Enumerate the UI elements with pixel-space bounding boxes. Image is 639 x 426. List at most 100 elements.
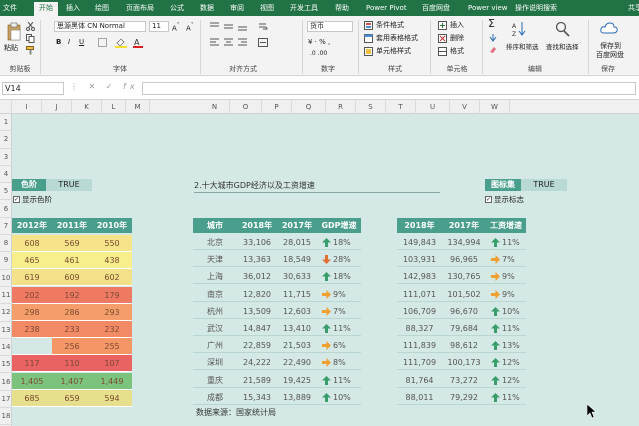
column-header[interactable]: O xyxy=(230,100,262,114)
gdp-cell[interactable]: 13,889 xyxy=(277,390,317,405)
align-left-icon[interactable] xyxy=(210,38,250,47)
gdp-cell[interactable]: 19,425 xyxy=(277,373,317,388)
colorscale-cell[interactable]: 293 xyxy=(92,303,132,321)
colorscale-cell[interactable]: 569 xyxy=(52,235,92,252)
gdp-cell[interactable]: 北京 xyxy=(193,235,237,250)
gdp-cell[interactable]: 天津 xyxy=(193,252,237,268)
colorscale-cell[interactable]: 233 xyxy=(52,321,92,338)
corner-cell[interactable] xyxy=(0,100,12,114)
column-header[interactable]: U xyxy=(416,100,450,114)
row-header[interactable]: 13 xyxy=(0,322,12,339)
table-format-button[interactable]: 套用表格格式 xyxy=(376,33,418,43)
delete-cells-button[interactable]: 删除 xyxy=(450,33,464,43)
colorscale-cell[interactable]: 609 xyxy=(52,269,92,287)
column-header[interactable]: L xyxy=(102,100,126,114)
column-header[interactable]: M xyxy=(126,100,150,114)
clear-icon[interactable] xyxy=(489,46,497,54)
sort-filter-icon[interactable]: AZ xyxy=(512,20,526,38)
gdp-cell[interactable]: 22,859 xyxy=(237,338,277,354)
paste-button[interactable]: 粘贴 xyxy=(4,43,18,53)
row-header[interactable]: 15 xyxy=(0,356,12,374)
column-header[interactable]: V xyxy=(450,100,480,114)
ribbon-tab-3[interactable]: 绘图 xyxy=(95,0,109,16)
iconset-cell[interactable]: 103,931 xyxy=(397,252,442,268)
gdp-cell[interactable]: 重庆 xyxy=(193,373,237,388)
colorscale-cell[interactable]: 255 xyxy=(92,338,132,356)
gdp-cell[interactable]: 24,222 xyxy=(237,355,277,371)
format-cells-button[interactable]: 格式 xyxy=(450,46,464,56)
gdp-cell[interactable]: 15,343 xyxy=(237,390,277,405)
gdp-cell[interactable]: 30,633 xyxy=(277,269,317,285)
save-baidu-button-line2[interactable]: 百度网盘 xyxy=(596,50,624,60)
colorscale-cell[interactable]: 550 xyxy=(92,235,132,252)
colorscale-cell[interactable]: 594 xyxy=(92,389,132,407)
paste-icon[interactable] xyxy=(6,22,22,42)
colorscale-cell[interactable]: 1,449 xyxy=(92,372,132,390)
row-header[interactable]: 16 xyxy=(0,374,12,391)
table-format-icon[interactable] xyxy=(364,34,373,43)
gdp-cell[interactable]: 上海 xyxy=(193,269,237,285)
gdp-cell[interactable]: 14,847 xyxy=(237,321,277,336)
ribbon-tab-13[interactable]: Power view xyxy=(468,0,508,16)
iconset-cell[interactable]: 96,965 xyxy=(442,252,486,268)
row-header[interactable]: 17 xyxy=(0,391,12,409)
ribbon-tab-8[interactable]: 视图 xyxy=(260,0,274,16)
number-format-combo[interactable]: 货币 xyxy=(307,21,353,32)
name-box[interactable]: V14 xyxy=(2,82,64,95)
colorscale-cell[interactable]: 110 xyxy=(52,355,92,373)
iconset-checkbox[interactable]: ✓ xyxy=(485,196,492,203)
colorscale-checkbox[interactable]: ✓ xyxy=(13,196,20,203)
ribbon-tab-14[interactable]: 操作说明搜索 xyxy=(515,0,557,16)
colorscale-cell[interactable]: 256 xyxy=(52,338,92,356)
cond-format-button[interactable]: 条件格式 xyxy=(376,20,404,30)
row-header[interactable]: 8 xyxy=(0,235,12,253)
row-header[interactable]: 11 xyxy=(0,287,12,305)
column-header[interactable]: J xyxy=(42,100,72,114)
column-header[interactable]: I xyxy=(12,100,42,114)
iconset-cell[interactable]: 134,994 xyxy=(442,235,486,250)
format-cells-icon[interactable] xyxy=(438,47,447,56)
ribbon-tab-7[interactable]: 审阅 xyxy=(230,0,244,16)
shrink-font-icon[interactable]: A˅ xyxy=(186,21,194,33)
colorscale-cell[interactable]: 438 xyxy=(92,252,132,270)
border-icon[interactable] xyxy=(98,38,107,47)
format-painter-icon[interactable] xyxy=(26,46,35,55)
font-size-combo[interactable]: 11 xyxy=(149,21,169,32)
colorscale-toggle[interactable]: TRUE xyxy=(46,179,92,191)
iconset-cell[interactable]: 142,983 xyxy=(397,269,442,285)
iconset-cell[interactable]: 79,292 xyxy=(442,390,486,405)
autosum-icon[interactable]: Σ xyxy=(488,18,495,29)
ribbon-tab-2[interactable]: 插入 xyxy=(66,0,80,16)
font-color-icon[interactable]: A xyxy=(133,37,143,48)
bold-button[interactable]: B xyxy=(56,37,61,47)
colorscale-cell[interactable]: 232 xyxy=(92,321,132,338)
formula-bar-buttons[interactable]: ⋮ ✕ ✓ fx xyxy=(70,82,139,91)
iconset-cell[interactable]: 98,612 xyxy=(442,338,486,354)
cond-format-icon[interactable] xyxy=(364,21,373,30)
merge-center-icon[interactable] xyxy=(258,38,268,47)
cut-icon[interactable] xyxy=(26,22,35,31)
iconset-cell[interactable]: 100,173 xyxy=(442,355,486,371)
column-header[interactable]: R xyxy=(326,100,356,114)
insert-cells-button[interactable]: 插入 xyxy=(450,20,464,30)
gdp-cell[interactable]: 广州 xyxy=(193,338,237,354)
ribbon-tab-4[interactable]: 页面布局 xyxy=(126,0,154,16)
iconset-cell[interactable]: 81,764 xyxy=(397,373,442,388)
row-header[interactable]: 12 xyxy=(0,304,12,322)
cell-style-icon[interactable] xyxy=(364,47,373,56)
iconset-toggle[interactable]: TRUE xyxy=(521,179,567,191)
iconset-cell[interactable]: 111,071 xyxy=(397,287,442,302)
iconset-cell[interactable]: 111,709 xyxy=(397,355,442,371)
ribbon-tab-0[interactable]: 文件 xyxy=(3,0,17,16)
ribbon-tab-15[interactable]: 共享 xyxy=(628,0,639,16)
ribbon-tab-10[interactable]: 帮助 xyxy=(335,0,349,16)
row-header[interactable]: 4 xyxy=(0,166,12,184)
iconset-cell[interactable]: 88,011 xyxy=(397,390,442,405)
colorscale-cell[interactable]: 602 xyxy=(92,269,132,287)
find-select-icon[interactable] xyxy=(555,20,571,38)
ribbon-tab-9[interactable]: 开发工具 xyxy=(290,0,318,16)
gdp-cell[interactable]: 13,509 xyxy=(237,304,277,319)
delete-cells-icon[interactable] xyxy=(438,34,447,43)
align-top-icon[interactable] xyxy=(210,22,250,31)
iconset-cell[interactable]: 79,684 xyxy=(442,321,486,336)
